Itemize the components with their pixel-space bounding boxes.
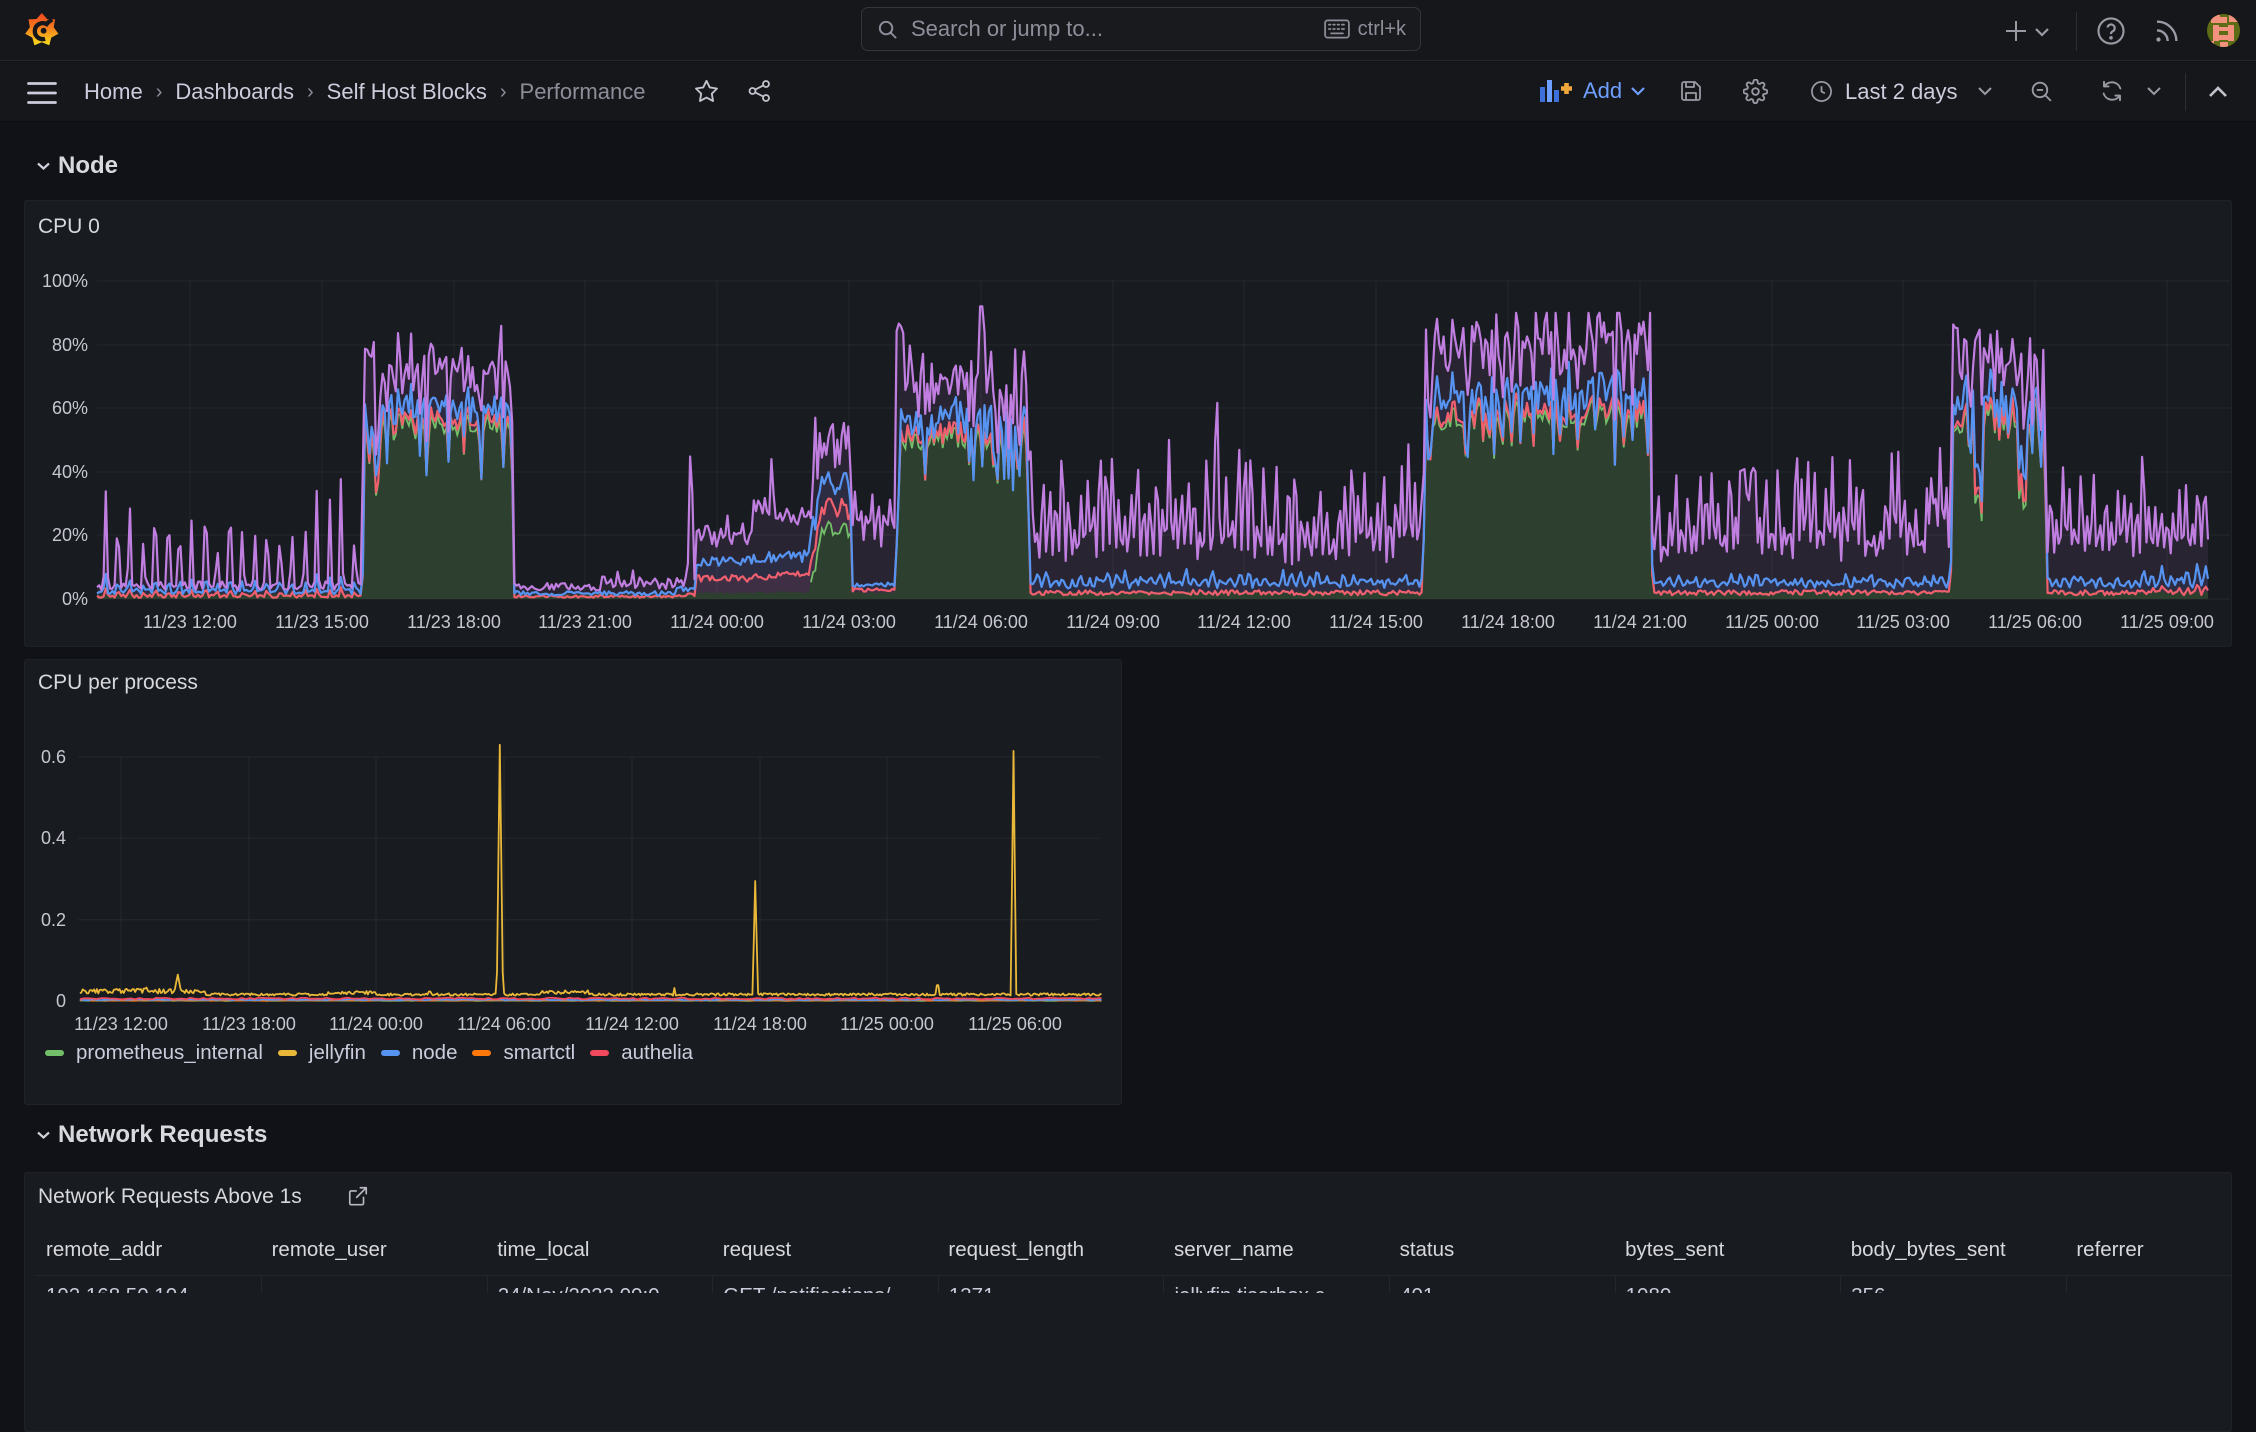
svg-text:11/24 18:00: 11/24 18:00 <box>1461 612 1555 632</box>
svg-text:80%: 80% <box>52 335 88 355</box>
svg-text:11/24 06:00: 11/24 06:00 <box>934 612 1028 632</box>
svg-text:11/24 15:00: 11/24 15:00 <box>1329 612 1423 632</box>
svg-text:11/25 09:00: 11/25 09:00 <box>2120 612 2214 632</box>
svg-text:11/25 06:00: 11/25 06:00 <box>968 1014 1062 1034</box>
svg-text:11/23 12:00: 11/23 12:00 <box>74 1014 168 1034</box>
svg-text:11/24 21:00: 11/24 21:00 <box>1593 612 1687 632</box>
svg-text:11/24 12:00: 11/24 12:00 <box>1197 612 1291 632</box>
svg-text:60%: 60% <box>52 398 88 418</box>
svg-text:11/23 21:00: 11/23 21:00 <box>538 612 632 632</box>
svg-text:40%: 40% <box>52 462 88 482</box>
svg-text:0.2: 0.2 <box>41 910 66 930</box>
svg-text:11/24 12:00: 11/24 12:00 <box>585 1014 679 1034</box>
svg-text:11/24 00:00: 11/24 00:00 <box>329 1014 423 1034</box>
svg-text:11/24 06:00: 11/24 06:00 <box>457 1014 551 1034</box>
svg-text:11/23 12:00: 11/23 12:00 <box>143 612 237 632</box>
svg-text:100%: 100% <box>42 271 88 291</box>
svg-text:11/23 18:00: 11/23 18:00 <box>202 1014 296 1034</box>
svg-text:11/25 06:00: 11/25 06:00 <box>1988 612 2082 632</box>
svg-text:0: 0 <box>56 991 66 1011</box>
svg-text:11/24 18:00: 11/24 18:00 <box>713 1014 807 1034</box>
svg-text:0%: 0% <box>62 589 88 609</box>
svg-text:11/25 00:00: 11/25 00:00 <box>840 1014 934 1034</box>
svg-text:11/25 00:00: 11/25 00:00 <box>1725 612 1819 632</box>
svg-text:11/23 15:00: 11/23 15:00 <box>275 612 369 632</box>
svg-text:0.6: 0.6 <box>41 747 66 767</box>
svg-text:11/23 18:00: 11/23 18:00 <box>407 612 501 632</box>
svg-text:0.4: 0.4 <box>41 828 66 848</box>
svg-text:11/24 00:00: 11/24 00:00 <box>670 612 764 632</box>
svg-text:20%: 20% <box>52 525 88 545</box>
svg-text:11/24 03:00: 11/24 03:00 <box>802 612 896 632</box>
svg-text:11/25 03:00: 11/25 03:00 <box>1856 612 1950 632</box>
svg-text:11/24 09:00: 11/24 09:00 <box>1066 612 1160 632</box>
